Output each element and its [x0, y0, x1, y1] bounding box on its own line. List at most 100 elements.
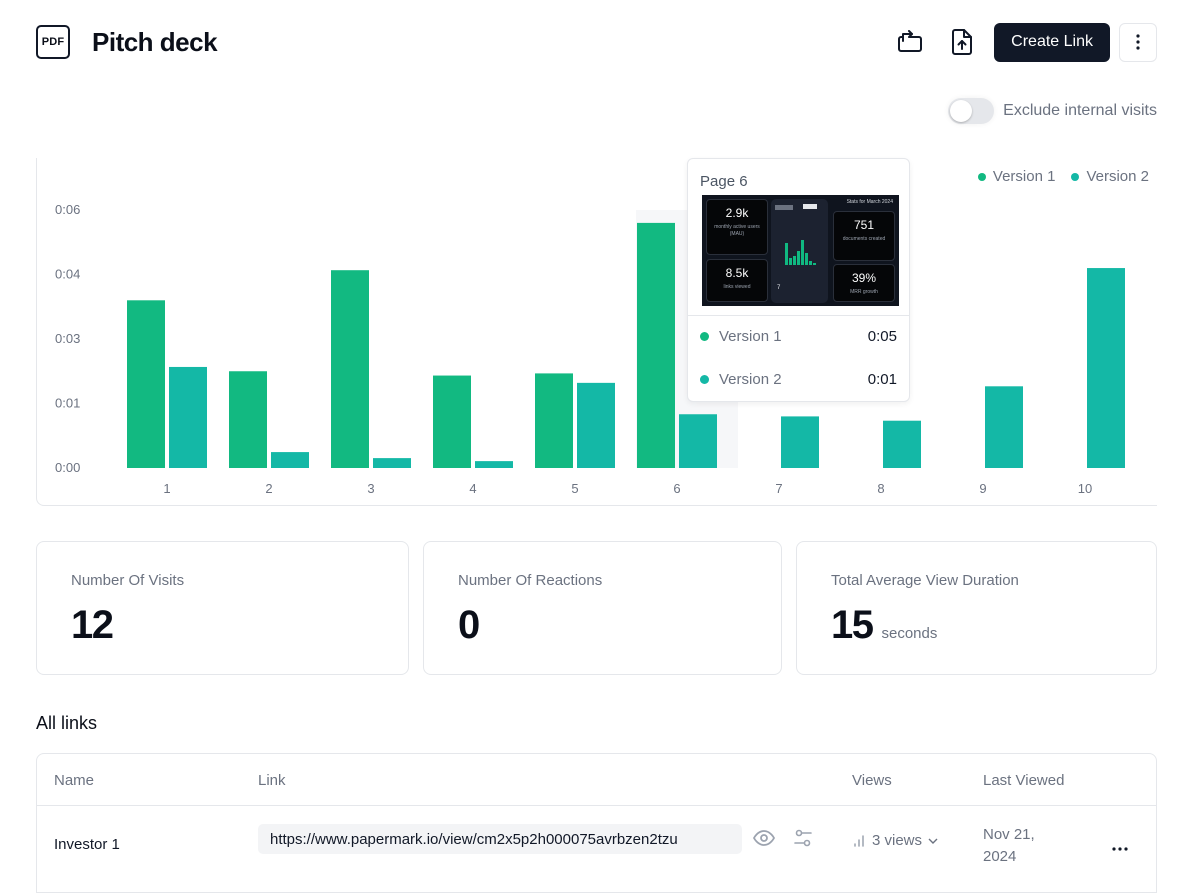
stat-value: 0 [458, 603, 479, 648]
page-preview-thumbnail: 2.9k monthly active users (MAU) 8.5k lin… [702, 195, 899, 306]
bar-page-1-version-2[interactable] [169, 367, 207, 468]
page-header: PDF Pitch deck Create Link [36, 22, 1157, 62]
column-header-name[interactable]: Name [54, 772, 94, 789]
preview-tile-label: monthly active users (MAU) [707, 224, 767, 238]
bar-page-7-version-2[interactable] [781, 416, 819, 468]
links-table: Name Link Views Last Viewed Investor 1 h… [36, 753, 1157, 893]
x-tick-label: 6 [673, 481, 680, 496]
bar-page-4-version-2[interactable] [475, 461, 513, 468]
x-tick-label: 4 [469, 481, 476, 496]
upload-version-button[interactable] [944, 24, 980, 60]
preview-tile-value: 751 [834, 218, 894, 232]
bar-page-5-version-1[interactable] [535, 373, 573, 468]
y-tick-label: 0:00 [55, 460, 80, 475]
y-tick-label: 0:03 [55, 331, 80, 346]
tooltip-series-value: 0:01 [868, 371, 897, 388]
preview-tile-value: 2.9k [707, 206, 767, 220]
bar-page-3-version-1[interactable] [331, 270, 369, 468]
tooltip-series-value: 0:05 [868, 328, 897, 345]
preview-tile-label: links viewed [707, 284, 767, 291]
bar-page-9-version-2[interactable] [985, 386, 1023, 468]
page-duration-chart: 0:000:010:030:040:0612345678910 Version … [36, 158, 1157, 506]
x-tick-label: 7 [775, 481, 782, 496]
header-actions: Create Link [892, 23, 1157, 62]
file-upload-icon [951, 29, 973, 55]
version-2-dot [700, 375, 709, 384]
bar-chart-icon [852, 834, 866, 848]
bar-page-8-version-2[interactable] [883, 421, 921, 468]
stat-label: Total Average View Duration [831, 572, 1122, 589]
last-viewed-date: Nov 21, 2024 [983, 824, 1035, 868]
preview-mini-chart: 7 [771, 199, 828, 303]
legend-dot-version-1 [978, 173, 986, 181]
preview-tile: 39% MRR growth [833, 264, 895, 302]
link-settings-button[interactable] [794, 829, 812, 852]
stat-label: Number Of Reactions [458, 572, 747, 589]
file-type-label: PDF [42, 36, 65, 48]
chevron-down-icon [928, 838, 938, 844]
exclude-internal-row: Exclude internal visits [948, 98, 1157, 124]
preview-tile-value: 39% [834, 271, 894, 285]
bar-page-2-version-2[interactable] [271, 452, 309, 468]
bar-page-5-version-2[interactable] [577, 383, 615, 468]
more-options-button[interactable] [1119, 23, 1157, 62]
last-viewed-date-line: Nov 21, [983, 824, 1035, 846]
last-viewed-year-line: 2024 [983, 846, 1035, 868]
bar-page-3-version-2[interactable] [373, 458, 411, 468]
preview-tile-label: documents created [834, 236, 894, 243]
stat-value: 12 [71, 603, 113, 648]
bar-page-10-version-2[interactable] [1087, 268, 1125, 468]
tooltip-row-version-2: Version 2 0:01 [700, 371, 897, 388]
tooltip-series-name: Version 2 [719, 371, 782, 388]
preview-tile-label: MRR growth [834, 289, 894, 296]
settings-sliders-icon [794, 829, 812, 847]
stat-card-visits: Number Of Visits 12 [36, 541, 409, 675]
page-title: Pitch deck [92, 27, 217, 58]
preview-link-button[interactable] [753, 829, 775, 852]
legend-dot-version-2 [1071, 173, 1079, 181]
legend-item-version-2[interactable]: Version 2 [1071, 168, 1149, 185]
legend-label: Version 1 [993, 168, 1056, 185]
x-tick-label: 8 [877, 481, 884, 496]
preview-tile: 2.9k monthly active users (MAU) [706, 199, 768, 255]
x-tick-label: 2 [265, 481, 272, 496]
stat-value: 15 [831, 603, 873, 648]
stat-card-avg-duration: Total Average View Duration 15 seconds [796, 541, 1157, 675]
preview-tile-value: 8.5k [707, 266, 767, 280]
bar-page-4-version-1[interactable] [433, 376, 471, 468]
replace-icon [897, 30, 923, 54]
bar-page-1-version-1[interactable] [127, 300, 165, 468]
header-divider [37, 805, 1156, 806]
preview-phone-mockup: 7 [771, 199, 828, 303]
views-count: 3 views [872, 832, 922, 849]
preview-tile: 8.5k links viewed [706, 259, 768, 302]
create-link-button[interactable]: Create Link [994, 23, 1110, 62]
replace-document-button[interactable] [892, 24, 928, 60]
bar-page-2-version-1[interactable] [229, 371, 267, 468]
svg-text:7: 7 [777, 285, 781, 291]
stat-label: Number Of Visits [71, 572, 374, 589]
column-header-views[interactable]: Views [852, 772, 892, 789]
stats-row: Number Of Visits 12 Number Of Reactions … [36, 541, 1157, 675]
version-1-dot [700, 332, 709, 341]
exclude-internal-toggle[interactable] [948, 98, 994, 124]
views-dropdown[interactable]: 3 views [852, 832, 938, 849]
legend-item-version-1[interactable]: Version 1 [978, 168, 1056, 185]
row-actions-button[interactable] [1112, 838, 1128, 856]
column-header-link[interactable]: Link [258, 772, 286, 789]
eye-icon [753, 829, 775, 847]
bar-page-6-version-2[interactable] [679, 414, 717, 468]
bar-page-6-version-1[interactable] [637, 223, 675, 468]
y-tick-label: 0:06 [55, 202, 80, 217]
all-links-heading: All links [36, 713, 97, 734]
column-header-last-viewed[interactable]: Last Viewed [983, 772, 1064, 789]
x-tick-label: 10 [1078, 481, 1092, 496]
link-name: Investor 1 [54, 836, 120, 853]
x-tick-label: 3 [367, 481, 374, 496]
tooltip-row-version-1: Version 1 0:05 [700, 328, 897, 345]
toggle-knob [950, 100, 972, 122]
preview-tile: 751 documents created [833, 211, 895, 261]
x-tick-label: 9 [979, 481, 986, 496]
tooltip-series-name: Version 1 [719, 328, 782, 345]
link-url-field[interactable]: https://www.papermark.io/view/cm2x5p2h00… [258, 824, 742, 854]
